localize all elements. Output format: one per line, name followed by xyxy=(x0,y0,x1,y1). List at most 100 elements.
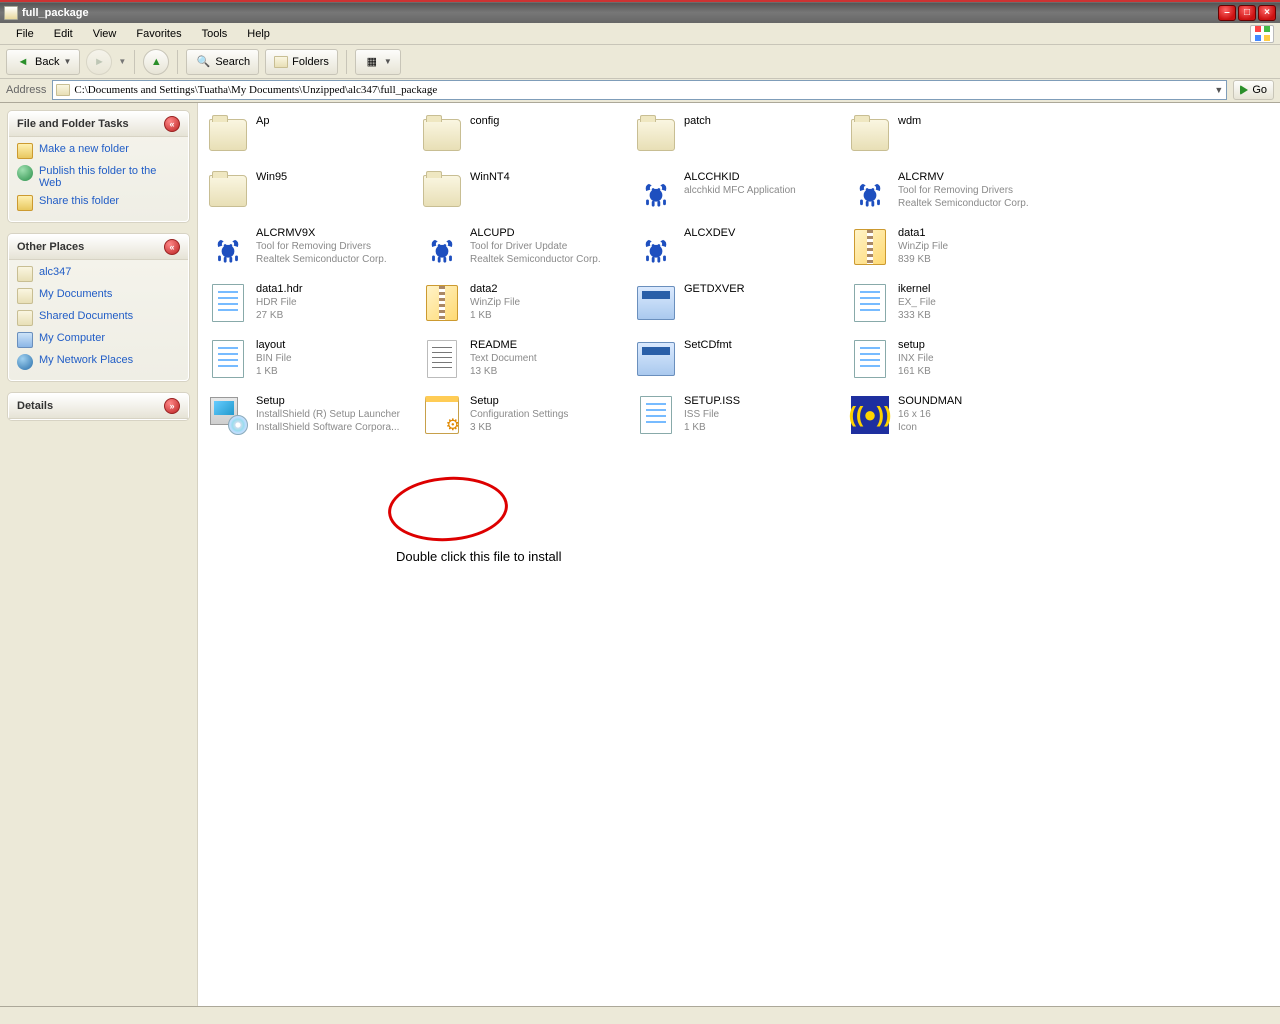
other-places-header[interactable]: Other Places « xyxy=(9,235,188,260)
file-item[interactable]: wdm xyxy=(848,113,1058,161)
file-text: SetupInstallShield (R) Setup LauncherIns… xyxy=(256,395,400,434)
file-name: ALCUPD xyxy=(470,227,601,240)
search-button[interactable]: 🔍 Search xyxy=(186,49,259,75)
make-new-folder-link[interactable]: Make a new folder xyxy=(17,143,180,159)
menu-file[interactable]: File xyxy=(6,26,44,42)
annotation-circle xyxy=(386,473,510,545)
forward-caret-icon[interactable]: ▼ xyxy=(118,57,126,66)
file-item[interactable]: GETDXVER xyxy=(634,281,844,329)
file-item[interactable]: ikernelEX_ File333 KB xyxy=(848,281,1058,329)
doc-icon xyxy=(850,283,890,323)
menu-edit[interactable]: Edit xyxy=(44,26,83,42)
back-arrow-icon: ◄ xyxy=(15,54,31,70)
other-place-alc347[interactable]: alc347 xyxy=(17,266,180,282)
folder-icon xyxy=(208,171,248,211)
file-item[interactable]: data2WinZip File1 KB xyxy=(420,281,630,329)
menu-favorites[interactable]: Favorites xyxy=(126,26,191,42)
file-item[interactable]: data1WinZip File839 KB xyxy=(848,225,1058,273)
file-text: ALCRMV9XTool for Removing DriversRealtek… xyxy=(256,227,387,266)
file-item[interactable]: setupINX File161 KB xyxy=(848,337,1058,385)
file-item[interactable]: SetupConfiguration Settings3 KB xyxy=(420,393,630,441)
file-text: wdm xyxy=(898,115,921,128)
file-item[interactable]: ALCRMV9XTool for Removing DriversRealtek… xyxy=(206,225,416,273)
file-item[interactable]: data1.hdrHDR File27 KB xyxy=(206,281,416,329)
file-item[interactable]: layoutBIN File1 KB xyxy=(206,337,416,385)
file-text: ALCUPDTool for Driver UpdateRealtek Semi… xyxy=(470,227,601,266)
other-place-shared-documents[interactable]: Shared Documents xyxy=(17,310,180,326)
file-item[interactable]: patch xyxy=(634,113,844,161)
file-item[interactable]: SetupInstallShield (R) Setup LauncherIns… xyxy=(206,393,416,441)
file-name: ALCCHKID xyxy=(684,171,796,184)
file-name: Setup xyxy=(470,395,568,408)
views-caret-icon: ▼ xyxy=(384,57,392,66)
go-label: Go xyxy=(1252,84,1267,96)
file-text: READMEText Document13 KB xyxy=(470,339,537,378)
other-place-my-network[interactable]: My Network Places xyxy=(17,354,180,370)
file-name: wdm xyxy=(898,115,921,128)
file-item[interactable]: ALCRMVTool for Removing DriversRealtek S… xyxy=(848,169,1058,217)
file-name: ALCRMV xyxy=(898,171,1029,184)
file-item[interactable]: READMEText Document13 KB xyxy=(420,337,630,385)
file-item[interactable]: ALCCHKIDalcchkid MFC Application xyxy=(634,169,844,217)
file-item[interactable]: SetCDfmt xyxy=(634,337,844,385)
forward-button[interactable]: ► xyxy=(86,49,112,75)
file-item[interactable]: WinNT4 xyxy=(420,169,630,217)
file-meta: InstallShield (R) Setup Launcher xyxy=(256,408,400,421)
close-button[interactable]: × xyxy=(1258,5,1276,21)
folder-icon xyxy=(17,288,33,304)
address-folder-icon xyxy=(56,84,70,96)
address-input-container: ▼ xyxy=(52,80,1227,100)
file-meta: 333 KB xyxy=(898,309,936,322)
file-item[interactable]: ((●))SOUNDMAN16 x 16Icon xyxy=(848,393,1058,441)
file-name: SOUNDMAN xyxy=(898,395,962,408)
folders-label: Folders xyxy=(292,56,329,68)
crab-icon xyxy=(636,227,676,267)
share-folder-icon xyxy=(17,195,33,211)
file-item[interactable]: config xyxy=(420,113,630,161)
file-item[interactable]: ALCXDEV xyxy=(634,225,844,273)
file-name: config xyxy=(470,115,499,128)
collapse-icon: « xyxy=(164,239,180,255)
share-folder-link[interactable]: Share this folder xyxy=(17,195,180,211)
address-dropdown-icon[interactable]: ▼ xyxy=(1214,85,1223,95)
file-name: SETUP.ISS xyxy=(684,395,740,408)
go-button[interactable]: Go xyxy=(1233,80,1274,100)
publish-web-link[interactable]: Publish this folder to the Web xyxy=(17,165,180,189)
file-item[interactable]: ALCUPDTool for Driver UpdateRealtek Semi… xyxy=(420,225,630,273)
back-button[interactable]: ◄ Back ▼ xyxy=(6,49,80,75)
file-name: data1 xyxy=(898,227,948,240)
file-meta: 16 x 16 xyxy=(898,408,962,421)
folders-button[interactable]: Folders xyxy=(265,49,338,75)
file-text: data1.hdrHDR File27 KB xyxy=(256,283,302,322)
up-button[interactable]: ▲ xyxy=(143,49,169,75)
exe-icon xyxy=(636,339,676,379)
file-meta: ISS File xyxy=(684,408,740,421)
menu-tools[interactable]: Tools xyxy=(192,26,238,42)
file-meta: InstallShield Software Corpora... xyxy=(256,421,400,434)
file-name: data1.hdr xyxy=(256,283,302,296)
menu-view[interactable]: View xyxy=(83,26,127,42)
menu-help[interactable]: Help xyxy=(237,26,280,42)
crab-icon xyxy=(850,171,890,211)
views-button[interactable]: ▦ ▼ xyxy=(355,49,401,75)
file-name: Ap xyxy=(256,115,269,128)
file-folder-tasks-header[interactable]: File and Folder Tasks « xyxy=(9,112,188,137)
file-folder-tasks-box: File and Folder Tasks « Make a new folde… xyxy=(8,111,189,222)
maximize-button[interactable]: □ xyxy=(1238,5,1256,21)
file-meta: 839 KB xyxy=(898,253,948,266)
other-place-my-computer[interactable]: My Computer xyxy=(17,332,180,348)
details-header[interactable]: Details » xyxy=(9,394,188,419)
file-item[interactable]: Win95 xyxy=(206,169,416,217)
file-pane[interactable]: Ap config patch wdm Win95WinNT4ALCCHKIDalcch… xyxy=(198,103,1280,1006)
file-item[interactable]: Ap xyxy=(206,113,416,161)
minimize-button[interactable]: – xyxy=(1218,5,1236,21)
other-places-title: Other Places xyxy=(17,241,84,253)
file-meta: 161 KB xyxy=(898,365,934,378)
other-place-my-documents[interactable]: My Documents xyxy=(17,288,180,304)
file-name: SetCDfmt xyxy=(684,339,732,352)
other-places-box: Other Places « alc347 My Documents Share… xyxy=(8,234,189,381)
annotation-text: Double click this file to install xyxy=(396,549,561,564)
file-item[interactable]: SETUP.ISSISS File1 KB xyxy=(634,393,844,441)
address-input[interactable] xyxy=(74,84,1210,96)
crab-icon xyxy=(208,227,248,267)
